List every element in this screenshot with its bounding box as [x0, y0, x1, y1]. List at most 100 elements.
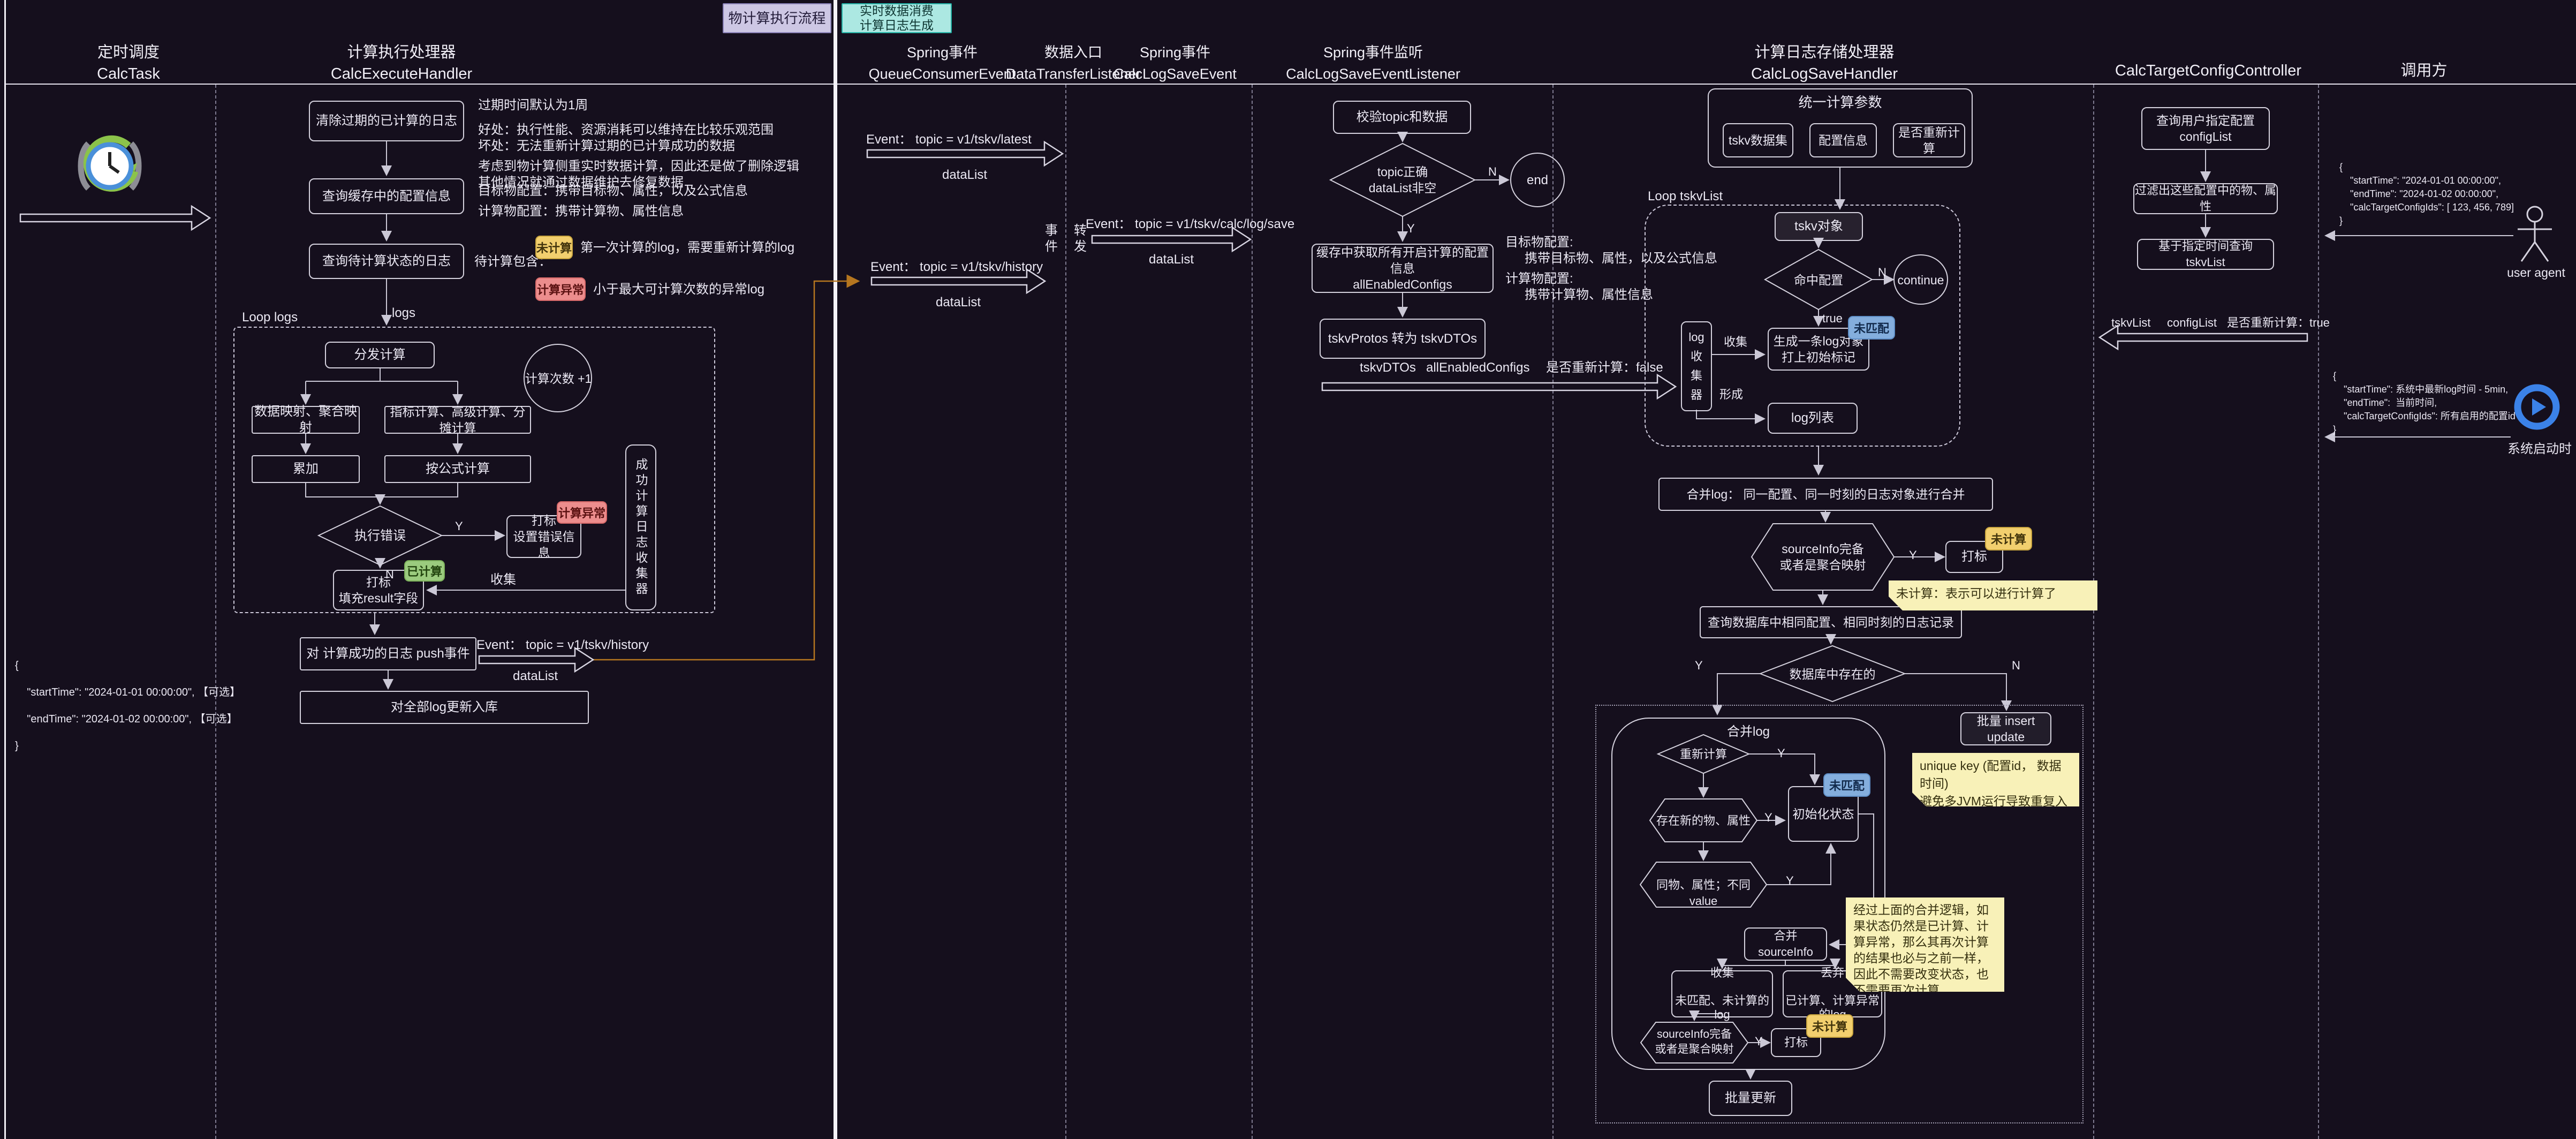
badge-calc-error-2: 计算异常	[557, 501, 607, 524]
label-exists-db: 数据库中存在的	[1784, 666, 1881, 682]
label-hex-sourceinfo-2: sourceInfo完备 或者是聚合映射	[1649, 1027, 1740, 1057]
arrow-dtos-to-handler	[1322, 375, 1676, 398]
sticky-merge-logic: 经过上面的合并逻辑，如果状态仍然是已计算、计算异常，那么其再次计算的结果也必与之…	[1846, 897, 2004, 992]
label-hex2-y: Y	[1755, 1034, 1763, 1050]
lane-calcexecutehandler: 计算执行处理器 CalcExecuteHandler	[294, 42, 509, 85]
label-datalist-3: dataList	[925, 295, 991, 311]
node-merge-sourceinfo: 合并 sourceInfo	[1744, 927, 1827, 961]
caller-json-1: { "startTime": "2024-01-01 00:00:00", "e…	[2339, 161, 2516, 228]
label-topic-y: Y	[1407, 221, 1415, 237]
label-ctl-recalc-true: 是否重新计算：true	[2227, 315, 2330, 331]
node-accumulate: 累加	[252, 455, 360, 483]
note-expire-3: 坏处：无法重新计算过期的已计算成功的数据	[478, 138, 735, 154]
sticky-unique-key: unique key (配置id， 数据时间) 避免多JVM运行导致重复入库	[1912, 753, 2079, 806]
label-hit-config: 命中配置	[1781, 272, 1856, 288]
label-exec-error: 执行错误	[343, 528, 418, 544]
node-clean-expired: 清除过期的已计算的日志	[309, 101, 464, 141]
note-target-config: 目标物配置：携带目标物、属性，以及公式信息	[478, 183, 748, 199]
label-ev-save: Event： topic = v1/tskv/calc/log/save	[1086, 216, 1294, 232]
label-form: 形成	[1719, 387, 1743, 403]
node-tskv-obj: tskv对象	[1775, 212, 1863, 241]
node-all-enabled-configs: 缓存中获取所有开启计算的配置信息 allEnabledConfigs	[1312, 244, 1494, 293]
label-hit-true: true	[1822, 311, 1843, 327]
lifeline-calctask	[215, 85, 216, 1139]
label-ctl-configlist: configList	[2167, 315, 2217, 331]
label-exists-n: N	[2012, 658, 2020, 674]
lifeline-datatransfer	[1065, 85, 1066, 1139]
badge-calculated: 已计算	[404, 560, 445, 582]
label-uncalc-desc: 第一次计算的log，需要重新计算的log	[580, 240, 794, 256]
lifeline-calclogsaveevent	[1252, 85, 1253, 1139]
node-query-pending-logs: 查询待计算状态的日志	[309, 244, 464, 279]
label-forward-1: 事 件	[1043, 223, 1060, 255]
lane-calctask: 定时调度 CalcTask	[21, 42, 236, 85]
label-unified-params: 统一计算参数	[1708, 94, 1973, 110]
node-query-user-config: 查询用户指定配置 configList	[2141, 107, 2270, 150]
node-log-collector: log 收 集 器	[1681, 321, 1712, 411]
label-collect-2: 收集	[1724, 334, 1747, 350]
node-log-list: log列表	[1768, 403, 1858, 434]
label-err-desc: 小于最大可计算次数的异常log	[593, 282, 764, 298]
schedule-json: { "startTime": "2024-01-01 00:00:00", 【可…	[15, 652, 229, 759]
loop-logs-label: Loop logs	[242, 310, 298, 326]
badge-uncalcul-3: 未计算	[1806, 1014, 1853, 1038]
label-same-diff: 同物、属性；不同value	[1648, 877, 1759, 909]
play-icon	[2518, 388, 2556, 426]
label-datalist-2: dataList	[1138, 252, 1204, 268]
node-dispatch: 分发计算	[325, 342, 435, 368]
label-end: end	[1516, 172, 1559, 188]
clock-icon	[81, 139, 139, 188]
node-by-formula: 按公式计算	[384, 455, 531, 483]
label-datalist-push: dataList	[503, 668, 567, 684]
node-batch-update: 批量更新	[1709, 1081, 1792, 1116]
lifeline-controller	[2093, 85, 2094, 1139]
lane-caller: 调用方	[2370, 60, 2477, 81]
user-agent-icon	[2518, 207, 2552, 261]
arrow-schedule-trigger	[20, 206, 210, 230]
badge-unmatched-2: 未匹配	[1823, 773, 1870, 797]
node-query-db: 查询数据库中相同配置、相同时刻的日志记录	[1700, 606, 1962, 638]
note-expire-2: 好处：执行性能、资源消耗可以维持在比较乐观范围	[478, 122, 774, 138]
note-calc-config: 计算物配置：携带计算物、属性信息	[478, 203, 684, 220]
node-validate-topic: 校验topic和数据	[1333, 101, 1471, 134]
badge-calc-error-1: 计算异常	[535, 277, 586, 301]
label-ctl-tskvlist: tskvList	[2111, 315, 2150, 331]
node-query-cache-config: 查询缓存中的配置信息	[309, 178, 464, 214]
label-exists-y: Y	[1695, 658, 1703, 674]
lane-calclogsavehandler: 计算日志存储处理器 CalcLogSaveHandler	[1717, 42, 1931, 85]
node-data-mapping: 数据映射、聚合映射	[252, 406, 360, 434]
label-tskvdtos: tskvDTOs	[1360, 360, 1416, 376]
label-ev-latest: Event： topic = v1/tskv/latest	[866, 132, 1032, 148]
diagram-canvas: 物计算执行流程 实时数据消费 计算日志生成 定时调度 CalcTask 计算执行…	[0, 0, 2576, 1139]
label-exec-error-y: Y	[455, 518, 463, 534]
label-datalist-1: dataList	[931, 167, 998, 183]
label-group-merge: 合并log	[1611, 724, 1885, 740]
label-system-boot: 系统启动时	[2497, 441, 2576, 457]
caller-json-2: { "startTime": 系统中最新log时间 - 5min, "endTi…	[2333, 369, 2515, 436]
lane-calctargetconfigcontroller: CalcTargetConfigController	[2101, 60, 2315, 81]
node-param-tskv: tskv数据集	[1723, 123, 1793, 157]
note-listener-c2: 携带计算物、属性信息	[1525, 287, 1653, 303]
note-listener-t1: 目标物配置:	[1505, 235, 1573, 251]
label-new-prop: 存在新的物、属性	[1656, 813, 1751, 829]
flow-badge-consume: 实时数据消费 计算日志生成	[842, 3, 952, 33]
lifeline-caller	[2318, 85, 2319, 1139]
label-calc-count: 计算次数 +1	[524, 371, 593, 387]
node-query-tskvlist: 基于指定时间查询 tskvList	[2137, 239, 2274, 270]
left-border	[4, 0, 6, 1139]
node-indicator-calc: 指标计算、高级计算、分摊计算	[384, 406, 531, 434]
note-expire-1: 过期时间默认为1周	[478, 97, 588, 114]
node-param-config: 配置信息	[1809, 123, 1877, 157]
node-collect-box: 收集 未匹配、未计算的log	[1671, 970, 1773, 1017]
node-filter-things: 过滤出这些配置中的物、属性	[2133, 183, 2278, 214]
lane-calclogsaveeventlistener: Spring事件监听 CalcLogSaveEventListener	[1261, 42, 1486, 85]
lane-calclogsaveevent: Spring事件 CalcLogSaveEvent	[1097, 42, 1253, 85]
label-hit-n: N	[1878, 265, 1886, 281]
node-merge-log: 合并log： 同一配置、同一时刻的日志对象进行合并	[1658, 478, 1993, 511]
node-proto-convert: tskvProtos 转为 tskvDTOs	[1320, 319, 1486, 359]
label-hex1-y: Y	[1909, 547, 1917, 563]
note-listener-c1: 计算物配置:	[1505, 271, 1573, 287]
badge-unmatched-1: 未匹配	[1848, 316, 1895, 340]
node-param-recalc: 是否重新计算	[1893, 123, 1965, 157]
node-update-all-logs: 对全部log更新入库	[300, 691, 589, 724]
